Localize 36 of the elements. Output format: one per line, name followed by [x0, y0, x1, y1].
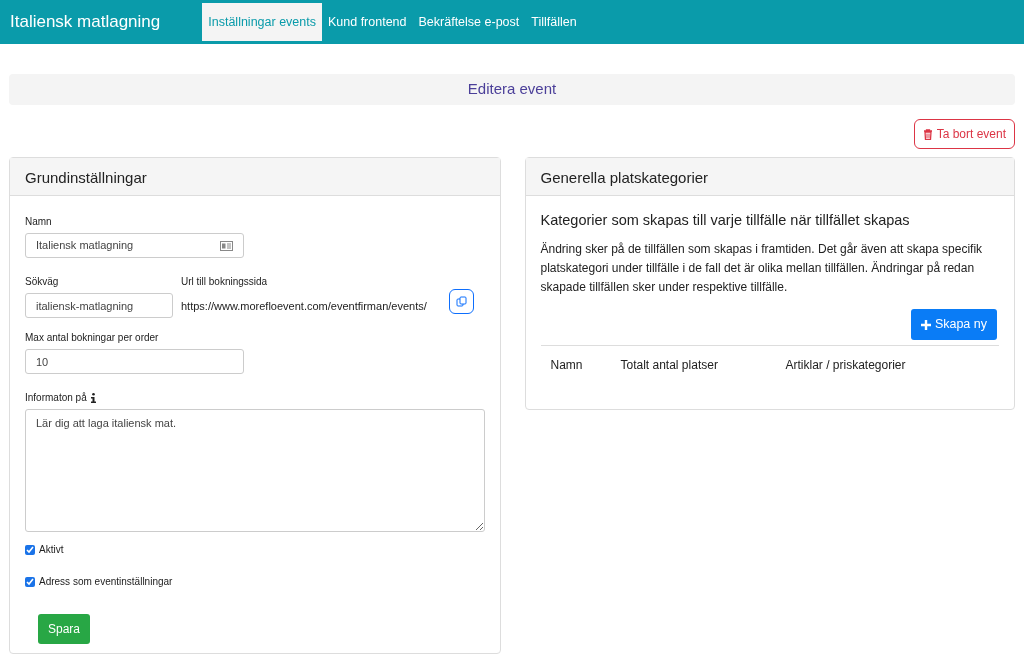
- brand-title[interactable]: Italiensk matlagning: [10, 9, 161, 35]
- field-label: Informaton på: [25, 391, 87, 405]
- nav-tab[interactable]: Bekräftelse e-post: [412, 2, 526, 42]
- booking-url: https://www.morefloevent.com/eventfirman/events/: [181, 299, 427, 314]
- path-field[interactable]: italiensk-matlagning: [25, 293, 173, 318]
- column-header: Namn: [540, 345, 611, 385]
- copy-icon: [455, 296, 467, 307]
- column-header: Artiklar / priskategorier: [775, 345, 999, 385]
- name-field[interactable]: Italiensk matlagning: [25, 233, 244, 258]
- nav-tab[interactable]: Inställningar events: [202, 2, 322, 42]
- contact-card-icon: [220, 240, 233, 251]
- section-heading: Kategorier som skapas till varje tillfälle när tillfället skapas: [540, 211, 911, 230]
- field-label: Sökväg: [25, 275, 60, 289]
- card-title: Grundinställningar: [10, 158, 500, 196]
- delete-button[interactable]: Ta bort event: [913, 119, 1015, 149]
- card-title: Generella platskategorier: [525, 158, 1014, 196]
- checkbox[interactable]: [25, 544, 35, 555]
- save-button[interactable]: Spara: [38, 614, 91, 644]
- info-icon: [90, 392, 96, 403]
- field-label: Namn: [25, 215, 53, 229]
- max-bookings-field[interactable]: 10: [25, 349, 244, 374]
- checkbox-label: Aktivt: [39, 543, 64, 557]
- trash-icon: [922, 128, 933, 140]
- checkbox-label: Adress som eventinställningar: [39, 575, 173, 589]
- field-label: Url till bokningssida: [181, 275, 269, 289]
- field-label: Max antal bokningar per order: [25, 331, 160, 345]
- column-header: Totalt antal platser: [610, 345, 776, 385]
- create-button[interactable]: Skapa ny: [910, 309, 997, 341]
- page-title: Editera event: [467, 79, 557, 100]
- plus-icon: [920, 319, 931, 330]
- info-textarea[interactable]: Lär dig att laga italiensk mat.: [25, 409, 485, 532]
- copy-button[interactable]: [448, 289, 474, 314]
- description-text: Ändring sker på de tillfällen som skapas i framtiden. Det går även att skapa specifik platskategori under tillfälle i de fall det är olika mellan tillfällen. Ändringar på redan skapade tillfällen sker under respektive tillfälle.: [540, 240, 984, 297]
- checkbox[interactable]: [25, 576, 35, 587]
- nav-tab[interactable]: Kund frontend: [321, 2, 413, 42]
- nav-tab[interactable]: Tillfällen: [525, 2, 583, 42]
